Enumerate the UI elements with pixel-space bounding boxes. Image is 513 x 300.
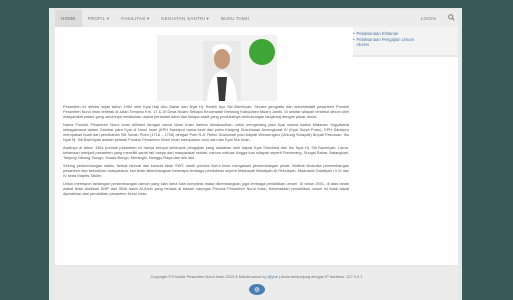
article-paragraph-3: Awalnya di tahun 1964 pondok pesantren i… [63, 145, 349, 161]
article-paragraph-5: Untuk merespon tantangan perkembangan za… [63, 181, 349, 196]
bullet-icon: • [353, 36, 355, 42]
footer-maintainer-link[interactable]: @yha [267, 274, 277, 279]
article-body: Pesantren ini dirintis sejak tahun 1964 … [63, 105, 349, 199]
login-link[interactable]: LOGIN [413, 16, 444, 21]
footer-logo-icon: ◍ [249, 284, 265, 295]
founder-photo [157, 35, 277, 101]
sidebar-divider [353, 55, 458, 57]
article-paragraph-4: Seiring perkembangan waktu, berkat rahma… [63, 163, 349, 178]
top-navigation: HOME PROFIL ▾ FASILITAS ▾ KEGIATAN SANTR… [55, 10, 458, 28]
person-image [203, 41, 241, 101]
nav-item-home[interactable]: HOME [55, 10, 82, 27]
nav-item-fasilitas[interactable]: FASILITAS ▾ [115, 16, 155, 22]
nav-item-kegiatan-santri[interactable]: KEGIATAN SANTRI ▾ [155, 16, 215, 22]
footer-copyright: Copyright © Pondok Pesantren Nurul Iman … [55, 274, 458, 279]
content-area: Pesantren ini dirintis sejak tahun 1964 … [55, 27, 458, 265]
sidebar: • Pelaksanaan Khitanan • Pelaksanaan Pen… [353, 27, 458, 265]
nav-item-buku-tamu[interactable]: BUKU TAMU [215, 16, 255, 21]
article-paragraph-1: Pesantren ini dirintis sejak tahun 1964 … [63, 105, 349, 120]
search-icon[interactable] [444, 14, 458, 23]
footer-text-after: | Anda berkunjung dengan IP Address: 127… [277, 274, 363, 279]
footer-text-before: Copyright © Pondok Pesantren Nurul Iman … [150, 274, 268, 279]
site-footer: Copyright © Pondok Pesantren Nurul Iman … [55, 267, 458, 300]
main-column: Pesantren ini dirintis sejak tahun 1964 … [61, 27, 351, 265]
article-paragraph-2: Nama Pondok Pesantren Nurul Iman diilham… [63, 122, 349, 143]
sidebar-item-label: Alumni [356, 42, 370, 48]
pesantren-logo [249, 39, 275, 65]
sidebar-list: • Pelaksanaan Khitanan • Pelaksanaan Pen… [353, 31, 453, 48]
nav-item-profil[interactable]: PROFIL ▾ [82, 16, 116, 22]
sidebar-item[interactable]: • Alumni [353, 42, 453, 48]
